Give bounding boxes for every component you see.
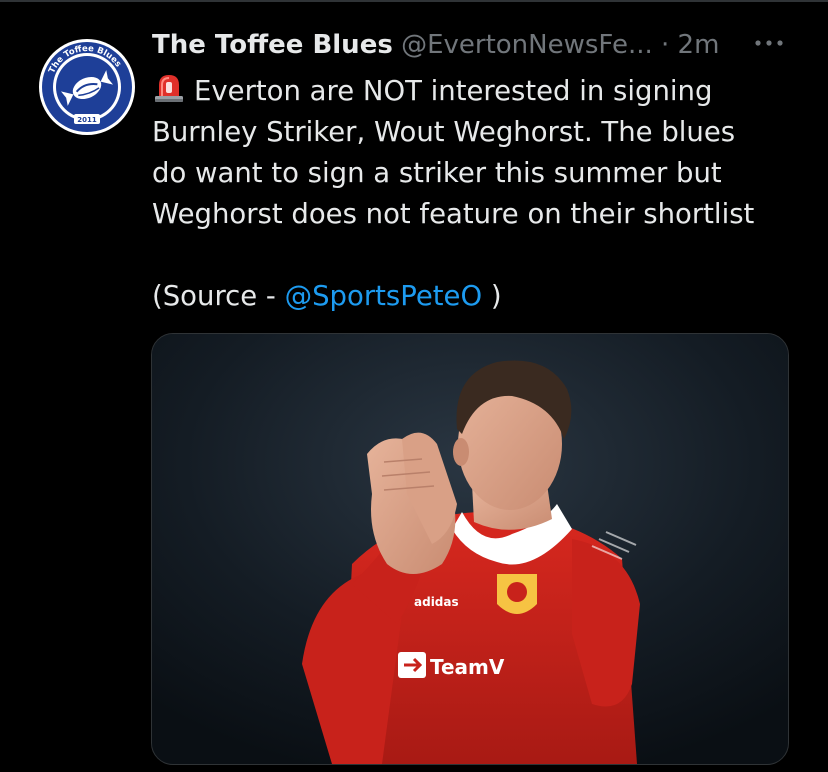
user-handle[interactable]: @EvertonNewsFe... bbox=[401, 30, 661, 60]
tweet-text-line-2: Burnley Striker, Wout Weghorst. The blue… bbox=[152, 116, 736, 148]
top-divider bbox=[0, 0, 828, 2]
source-suffix: ) bbox=[482, 280, 502, 312]
tweet-text-line-3: do want to sign a striker this summer bu… bbox=[152, 157, 722, 189]
sponsor-text: TeamV bbox=[430, 655, 505, 679]
player-photo: adidas TeamV bbox=[152, 334, 788, 764]
tweet-header: The Toffee Blues @EvertonNewsFe... · 2m bbox=[152, 28, 732, 62]
more-options-icon[interactable] bbox=[752, 34, 786, 52]
tweet-text: Everton are NOT interested in signing Bu… bbox=[152, 70, 792, 235]
kit-brand-text: adidas bbox=[414, 595, 459, 609]
timestamp[interactable]: 2m bbox=[678, 30, 720, 60]
avatar-year: 2011 bbox=[77, 116, 97, 124]
tweet-text-line-1: Everton are NOT interested in signing bbox=[152, 70, 792, 112]
tweet-text-line-4: Weghorst does not feature on their short… bbox=[152, 198, 755, 230]
tweet-text-line-1-text: Everton are NOT interested in signing bbox=[194, 75, 713, 107]
siren-emoji-icon bbox=[155, 75, 183, 102]
source-prefix: (Source - bbox=[152, 280, 285, 312]
separator-dot: · bbox=[661, 30, 678, 60]
source-line: (Source - @SportsPeteO ) bbox=[152, 276, 502, 317]
display-name[interactable]: The Toffee Blues bbox=[152, 30, 393, 60]
toffee-blues-logo-icon: The Toffee Blues 2011 bbox=[39, 39, 135, 135]
source-mention-link[interactable]: @SportsPeteO bbox=[285, 280, 483, 312]
tweet-media-image[interactable]: adidas TeamV bbox=[151, 333, 789, 765]
avatar[interactable]: The Toffee Blues 2011 bbox=[38, 38, 136, 136]
